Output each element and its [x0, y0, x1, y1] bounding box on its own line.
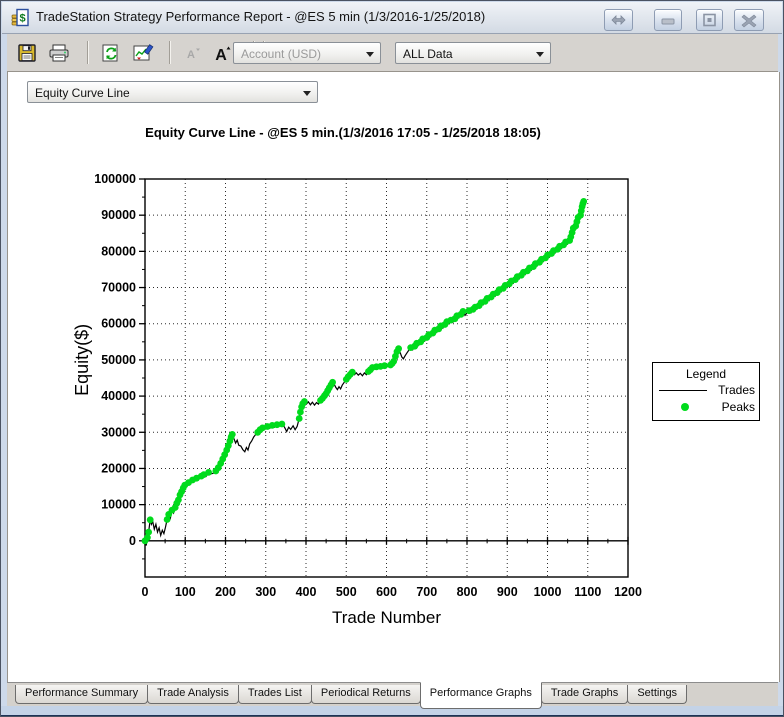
chevron-down-icon: [303, 91, 311, 96]
app-icon: $: [11, 8, 29, 27]
y-tick-label: 70000: [101, 281, 136, 295]
account-dropdown-value: Account (USD): [241, 47, 322, 61]
report-type-dropdown[interactable]: Equity Curve Line: [27, 81, 318, 103]
tab-trades-list[interactable]: Trades List: [237, 685, 312, 704]
peak-dot: [348, 368, 356, 376]
y-tick-label: 30000: [101, 425, 136, 439]
x-tick-label: 400: [296, 585, 317, 599]
y-tick-label: 10000: [101, 498, 136, 512]
dock-toggle-button[interactable]: [604, 9, 633, 31]
restore-button[interactable]: [696, 9, 723, 31]
peak-dot: [146, 516, 154, 524]
tab-performance-summary[interactable]: Performance Summary: [15, 685, 149, 704]
y-tick-label: 0: [129, 534, 136, 548]
tab-trade-analysis[interactable]: Trade Analysis: [147, 685, 239, 704]
peak-dot: [329, 378, 336, 386]
window-frame-bottom: [1, 706, 783, 716]
y-tick-label: 60000: [101, 317, 136, 331]
account-dropdown[interactable]: Account (USD): [233, 42, 381, 64]
peak-dot: [301, 398, 308, 405]
close-button[interactable]: [734, 9, 764, 31]
title-bar[interactable]: $ TradeStation Strategy Performance Repo…: [2, 2, 782, 34]
tab-periodical-returns[interactable]: Periodical Returns: [310, 685, 421, 704]
x-tick-label: 500: [336, 585, 357, 599]
x-tick-label: 100: [175, 585, 196, 599]
dock-arrows-icon: [611, 15, 626, 25]
y-tick-label: 20000: [101, 461, 136, 475]
trades-line-swatch: [659, 390, 707, 391]
x-tick-label: 1200: [614, 585, 642, 599]
tab-performance-graphs[interactable]: Performance Graphs: [419, 682, 542, 709]
peak-dot: [381, 362, 388, 370]
chart-title: Equity Curve Line - @ES 5 min.(1/3/2016 …: [145, 125, 541, 140]
peak-dot: [459, 308, 467, 315]
peaks-dot-swatch: [681, 403, 689, 411]
x-tick-label: 900: [497, 585, 518, 599]
equity-curve-line: [144, 201, 585, 546]
y-tick-label: 100000: [94, 172, 136, 186]
x-tick-label: 700: [416, 585, 437, 599]
x-tick-label: 300: [255, 585, 276, 599]
x-tick-label: 0: [142, 585, 149, 599]
peak-dot: [295, 415, 303, 422]
print-icon[interactable]: [47, 43, 71, 63]
data-range-dropdown[interactable]: ALL Data: [395, 42, 551, 64]
toolbar-separator: [87, 41, 89, 64]
chevron-down-icon: [536, 52, 544, 57]
x-tick-label: 600: [376, 585, 397, 599]
restore-icon: [703, 13, 716, 27]
increase-font-icon[interactable]: A: [211, 43, 235, 63]
tab-settings[interactable]: Settings: [627, 685, 688, 704]
svg-text:$: $: [19, 13, 25, 25]
chart-legend: Legend Trades Peaks: [652, 362, 760, 421]
peak-dot: [228, 431, 236, 438]
close-icon: [741, 14, 757, 28]
chevron-down-icon: [366, 52, 374, 57]
y-tick-label: 50000: [101, 353, 136, 367]
legend-entry-peaks: Peaks: [653, 398, 759, 415]
refresh-icon[interactable]: [99, 43, 123, 63]
svg-text:A: A: [215, 47, 227, 63]
legend-label: Trades: [718, 383, 755, 397]
y-axis-title: Equity($): [72, 324, 92, 396]
peak-dot: [145, 528, 153, 536]
legend-label: Peaks: [721, 400, 755, 414]
x-tick-label: 1000: [534, 585, 562, 599]
tab-trade-graphs[interactable]: Trade Graphs: [540, 685, 629, 704]
x-tick-label: 800: [457, 585, 478, 599]
plot-border: [144, 178, 629, 578]
report-tab-strip: Performance Summary Trade Analysis Trades …: [7, 682, 778, 709]
peak-dot: [278, 420, 286, 428]
report-content: Equity Curve Line Equity Curve Line - @E…: [7, 72, 780, 682]
peak-dot: [580, 198, 588, 205]
peak-dot: [205, 469, 213, 476]
tradestation-report-window: $ TradeStation Strategy Performance Repo…: [0, 0, 784, 717]
svg-text:A: A: [187, 49, 195, 61]
minimize-icon: [661, 18, 675, 25]
minimize-button[interactable]: [654, 9, 682, 31]
y-tick-label: 40000: [101, 389, 136, 403]
peak-dot: [395, 345, 402, 353]
save-icon[interactable]: [15, 43, 39, 63]
toolbar: A A Account (USD) ALL Data: [7, 34, 778, 72]
data-range-dropdown-value: ALL Data: [403, 47, 453, 61]
legend-entry-trades: Trades: [653, 381, 759, 398]
report-type-dropdown-value: Equity Curve Line: [35, 86, 130, 100]
window-title: TradeStation Strategy Performance Report…: [36, 9, 486, 24]
y-tick-label: 80000: [101, 244, 136, 258]
x-tick-label: 200: [215, 585, 236, 599]
x-axis-title: Trade Number: [332, 608, 441, 627]
export-chart-icon[interactable]: [131, 43, 155, 63]
toolbar-separator: [169, 41, 171, 64]
legend-title: Legend: [685, 367, 727, 381]
x-tick-label: 1100: [574, 585, 601, 599]
decrease-font-icon[interactable]: A: [181, 43, 205, 63]
y-tick-label: 90000: [101, 208, 136, 222]
